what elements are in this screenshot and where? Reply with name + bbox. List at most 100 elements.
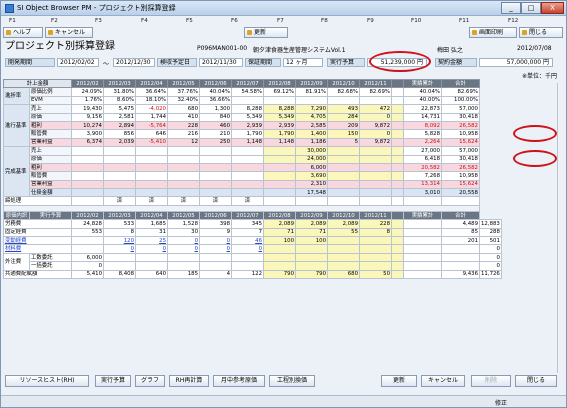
value-cell[interactable] [231, 162, 264, 173]
value-cell[interactable] [403, 252, 442, 263]
value-cell[interactable] [391, 227, 404, 238]
value-cell[interactable] [103, 162, 136, 173]
value-cell[interactable] [391, 244, 404, 254]
value-cell[interactable] [199, 154, 232, 164]
value-cell[interactable] [167, 261, 200, 271]
value-cell[interactable] [167, 146, 200, 156]
value-cell[interactable] [71, 236, 104, 246]
value-cell[interactable] [327, 188, 360, 198]
value-cell[interactable] [391, 112, 404, 122]
value-cell[interactable] [391, 129, 404, 139]
value-cell[interactable]: 5 [327, 137, 360, 148]
value-cell[interactable]: 284 [327, 112, 360, 122]
value-cell[interactable]: 6,000 [71, 252, 104, 263]
value-cell[interactable] [263, 261, 296, 271]
value-cell[interactable] [359, 171, 392, 181]
value-cell[interactable] [403, 236, 442, 246]
value-cell[interactable]: 9 [199, 227, 232, 238]
close-button[interactable]: 閉じる [515, 375, 557, 387]
value-cell[interactable]: 10,958 [441, 129, 480, 139]
value-cell[interactable] [441, 261, 480, 271]
value-cell[interactable] [359, 252, 392, 263]
value-cell[interactable]: 12,883 [479, 219, 502, 229]
value-cell[interactable]: 8,408 [103, 269, 136, 279]
value-cell[interactable] [135, 162, 168, 173]
value-cell[interactable]: 216 [167, 129, 200, 139]
value-cell[interactable] [359, 179, 392, 190]
value-cell[interactable]: 9,872 [359, 137, 392, 148]
value-cell[interactable] [391, 179, 404, 190]
value-cell[interactable]: 0 [479, 261, 502, 271]
value-cell[interactable]: 2,089 [295, 219, 328, 229]
value-cell[interactable]: 460 [199, 120, 232, 131]
value-cell[interactable] [103, 252, 136, 263]
value-cell[interactable] [167, 188, 200, 198]
period-to-field[interactable]: 2012/12/30 [113, 58, 155, 67]
value-cell[interactable] [199, 162, 232, 173]
value-cell[interactable]: 24,000 [295, 154, 328, 164]
value-cell[interactable] [327, 162, 360, 173]
value-cell[interactable]: 345 [231, 219, 264, 229]
value-cell[interactable]: 57,000 [441, 146, 480, 156]
value-cell[interactable] [167, 154, 200, 164]
value-cell[interactable] [441, 252, 480, 263]
value-cell[interactable] [327, 236, 360, 246]
value-cell[interactable]: 288 [479, 227, 502, 238]
value-cell[interactable] [391, 120, 404, 131]
vertical-scrollbar[interactable] [557, 83, 564, 373]
value-cell[interactable] [199, 171, 232, 181]
value-cell[interactable]: 2,939 [231, 120, 264, 131]
value-cell[interactable]: 0 [199, 244, 232, 254]
value-cell[interactable]: 4,705 [295, 112, 328, 122]
value-cell[interactable] [135, 261, 168, 271]
cancel-button[interactable]: キャンセル [421, 375, 465, 387]
value-cell[interactable] [103, 171, 136, 181]
value-cell[interactable]: 0 [231, 244, 264, 254]
value-cell[interactable] [231, 179, 264, 190]
minimize-button[interactable]: _ [501, 2, 521, 14]
value-cell[interactable]: 5,349 [263, 112, 296, 122]
value-cell[interactable] [103, 146, 136, 156]
value-cell[interactable]: 501 [479, 236, 502, 246]
value-cell[interactable] [135, 252, 168, 263]
value-cell[interactable]: 14,731 [403, 112, 442, 122]
value-cell[interactable] [403, 227, 442, 238]
value-cell[interactable] [199, 252, 232, 263]
value-cell[interactable]: 2,581 [103, 112, 136, 122]
value-cell[interactable]: 0 [359, 112, 392, 122]
value-cell[interactable]: 15,624 [441, 137, 480, 148]
value-cell[interactable] [199, 188, 232, 198]
value-cell[interactable]: 5,475 [103, 104, 136, 114]
value-cell[interactable] [359, 244, 392, 254]
value-cell[interactable]: 13,314 [403, 179, 442, 190]
close-toolbar-button[interactable]: 閉じる [519, 27, 563, 38]
value-cell[interactable] [391, 154, 404, 164]
value-cell[interactable] [231, 188, 264, 198]
value-cell[interactable]: 71 [263, 227, 296, 238]
row-label[interactable]: 変動経費 [3, 236, 72, 246]
value-cell[interactable] [327, 154, 360, 164]
value-cell[interactable] [295, 244, 328, 254]
value-cell[interactable]: 7 [231, 227, 264, 238]
value-cell[interactable]: 30,000 [295, 146, 328, 156]
value-cell[interactable]: 6,418 [403, 154, 442, 164]
value-cell[interactable]: 30 [167, 227, 200, 238]
value-cell[interactable]: 1,148 [231, 137, 264, 148]
value-cell[interactable]: 0 [479, 244, 502, 254]
value-cell[interactable]: 2,039 [103, 137, 136, 148]
value-cell[interactable]: 4,489 [441, 219, 480, 229]
value-cell[interactable]: 2,264 [403, 137, 442, 148]
value-cell[interactable]: 100 [295, 236, 328, 246]
value-cell[interactable]: 856 [103, 129, 136, 139]
value-cell[interactable] [263, 244, 296, 254]
value-cell[interactable]: 50 [359, 269, 392, 279]
warranty-field[interactable]: 12 ヶ月 [283, 58, 323, 67]
value-cell[interactable]: 1,685 [135, 219, 168, 229]
value-cell[interactable] [359, 188, 392, 198]
value-cell[interactable]: 0 [71, 261, 104, 271]
value-cell[interactable]: 2,939 [263, 120, 296, 131]
value-cell[interactable] [103, 188, 136, 198]
value-cell[interactable]: 6,374 [71, 137, 104, 148]
graph-button[interactable]: グラフ [135, 375, 165, 387]
value-cell[interactable]: 8,288 [231, 104, 264, 114]
